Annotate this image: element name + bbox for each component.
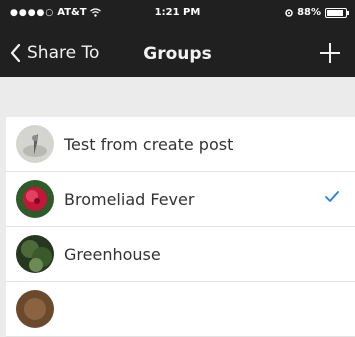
avatar <box>16 180 54 218</box>
avatar <box>16 235 54 273</box>
list-item[interactable]: Bromeliad Fever <box>6 172 355 227</box>
nav-bar: Share To Groups <box>0 30 355 76</box>
list-item[interactable] <box>6 282 355 337</box>
groups-list: Test from create post Bromeliad Fever Gr… <box>6 117 355 337</box>
status-bar: ●●●●○ AT&T 1:21 PM 88% <box>0 0 355 26</box>
top-bar: ●●●●○ AT&T 1:21 PM 88% Share To Groups <box>0 0 355 77</box>
battery-percent: 88% <box>297 7 321 18</box>
page-title: Groups <box>143 44 212 64</box>
avatar <box>16 125 54 163</box>
list-item[interactable]: Test from create post <box>6 117 355 172</box>
list-item[interactable]: Greenhouse <box>6 227 355 282</box>
battery-fill <box>327 9 343 16</box>
battery-icon <box>325 7 349 18</box>
add-icon[interactable] <box>317 40 343 66</box>
group-name: Greenhouse <box>64 244 161 264</box>
group-name: Test from create post <box>64 134 234 154</box>
checkmark-icon <box>325 191 339 202</box>
group-name: Bromeliad Fever <box>64 189 195 209</box>
battery-group: 88% <box>285 7 349 18</box>
location-icon <box>285 8 293 17</box>
avatar <box>16 290 54 328</box>
